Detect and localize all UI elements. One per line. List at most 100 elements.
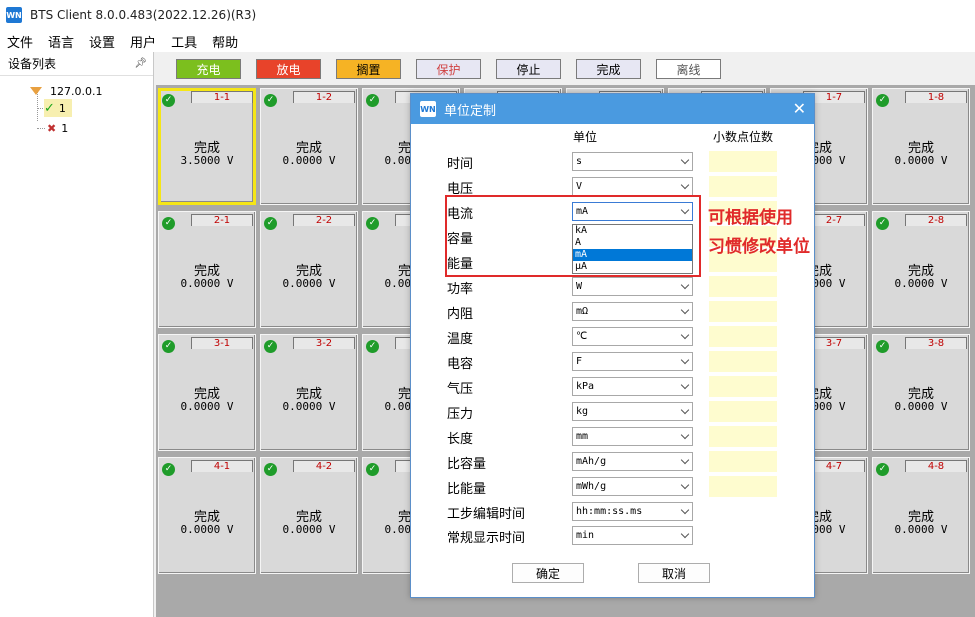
unit-select[interactable]: F (572, 352, 693, 371)
channel-voltage: 0.0000 V (894, 277, 948, 290)
decimal-places-input[interactable] (709, 276, 777, 297)
decimal-places-input[interactable] (709, 426, 777, 447)
chevron-down-icon (680, 305, 690, 315)
decimal-places-input[interactable] (709, 301, 777, 322)
unit-row-label: 常规显示时间 (447, 531, 526, 546)
dialog-title: 单位定制 (444, 103, 497, 119)
ok-button[interactable]: 确定 (512, 563, 584, 583)
unit-select[interactable]: ℃ (572, 327, 693, 346)
unit-select-value: hh:mm:ss.ms (576, 506, 643, 517)
complete-check-icon: ✓ (162, 217, 175, 230)
unit-row-label: 比能量 (447, 482, 487, 497)
menu-file[interactable]: 文件 (0, 32, 41, 51)
channel-id: 1-1 (191, 91, 253, 103)
menu-language[interactable]: 语言 (41, 32, 82, 51)
menu-user[interactable]: 用户 (123, 32, 164, 51)
unit-select[interactable]: min (572, 526, 693, 545)
status-protect[interactable]: 保护 (416, 59, 481, 79)
unit-row-label: 内阻 (447, 307, 474, 322)
expand-triangle-icon[interactable] (30, 87, 42, 95)
channel-cell[interactable]: ✓ 1-2 完成 0.0000 V (260, 88, 358, 205)
channel-id: 3-2 (293, 337, 355, 349)
channel-cell[interactable]: ✓ 3-8 完成 0.0000 V (872, 334, 970, 451)
unit-select-value: F (576, 356, 583, 367)
status-rest[interactable]: 搁置 (336, 59, 401, 79)
channel-voltage: 0.0000 V (894, 523, 948, 536)
decimal-places-input[interactable] (709, 451, 777, 472)
chevron-down-icon (680, 505, 690, 515)
channel-cell[interactable]: ✓ 2-2 完成 0.0000 V (260, 211, 358, 328)
unit-select[interactable]: V (572, 177, 693, 196)
unit-select[interactable]: mWh/g (572, 477, 693, 496)
unit-select-value: V (576, 181, 583, 192)
channel-id: 3-1 (191, 337, 253, 349)
unit-select-value: min (576, 530, 595, 541)
dialog-titlebar: WN 单位定制 ✕ (411, 94, 814, 124)
channel-cell[interactable]: ✓ 1-1 完成 3.5000 V (158, 88, 256, 205)
cancel-button[interactable]: 取消 (638, 563, 710, 583)
channel-cell[interactable]: ✓ 2-8 完成 0.0000 V (872, 211, 970, 328)
unit-select[interactable]: s (572, 152, 693, 171)
menu-help[interactable]: 帮助 (205, 32, 246, 51)
channel-cell[interactable]: ✓ 4-8 完成 0.0000 V (872, 457, 970, 574)
status-charge[interactable]: 充电 (176, 59, 241, 79)
unit-select-value: s (576, 156, 583, 167)
decimal-places-input[interactable] (709, 401, 777, 422)
complete-check-icon: ✓ (162, 340, 175, 353)
unit-row-label: 压力 (447, 407, 474, 422)
unit-select[interactable]: kg (572, 402, 693, 421)
status-stop[interactable]: 停止 (496, 59, 561, 79)
channel-id: 2-8 (905, 214, 967, 226)
unit-row-label: 气压 (447, 382, 474, 397)
channel-voltage: 0.0000 V (894, 154, 948, 167)
unit-select[interactable]: kPa (572, 377, 693, 396)
menu-settings[interactable]: 设置 (82, 32, 123, 51)
unit-select[interactable]: W (572, 277, 693, 296)
unit-select[interactable]: mΩ (572, 302, 693, 321)
complete-check-icon: ✓ (264, 463, 277, 476)
complete-check-icon: ✓ (264, 340, 277, 353)
decimal-places-input[interactable] (709, 326, 777, 347)
channel-cell[interactable]: ✓ 4-2 完成 0.0000 V (260, 457, 358, 574)
annotation-line-1: 可根据使用 (708, 208, 793, 228)
decimal-places-input[interactable] (709, 151, 777, 172)
channel-id: 4-2 (293, 460, 355, 472)
channel-cell[interactable]: ✓ 4-1 完成 0.0000 V (158, 457, 256, 574)
host-address: 127.0.0.1 (50, 84, 103, 98)
channel-cell[interactable]: ✓ 3-1 完成 0.0000 V (158, 334, 256, 451)
unit-select[interactable]: hh:mm:ss.ms (572, 502, 693, 521)
status-discharge[interactable]: 放电 (256, 59, 321, 79)
unit-select-value: mm (576, 431, 589, 442)
menu-bar: 文件 语言 设置 用户 工具 帮助 (0, 30, 975, 52)
tree-node-host[interactable]: 127.0.0.1 (30, 82, 102, 100)
window-titlebar: WN BTS Client 8.0.0.483(2022.12.26)(R3) (0, 0, 975, 30)
status-offline[interactable]: 离线 (656, 59, 721, 79)
status-complete[interactable]: 完成 (576, 59, 641, 79)
device-panel-title: 设备列表 (8, 57, 57, 71)
channel-cell[interactable]: ✓ 2-1 完成 0.0000 V (158, 211, 256, 328)
tree-node-device-2[interactable]: ✖ 1 (47, 119, 68, 137)
unit-select-value: mAh/g (576, 456, 607, 467)
unit-custom-dialog: WN 单位定制 ✕ 单位 小数点位数 时间s电压V电流mA容量mAh能量mWh功… (410, 93, 815, 598)
decimal-places-input[interactable] (709, 476, 777, 497)
unit-select[interactable]: mAh/g (572, 452, 693, 471)
channel-cell[interactable]: ✓ 1-8 完成 0.0000 V (872, 88, 970, 205)
complete-check-icon: ✓ (366, 94, 379, 107)
decimal-places-input[interactable] (709, 176, 777, 197)
tree-node-device-1[interactable]: ✓ 1 (44, 99, 72, 117)
menu-tools[interactable]: 工具 (164, 32, 205, 51)
decimal-places-input[interactable] (709, 351, 777, 372)
unit-row-label: 工步编辑时间 (447, 507, 526, 522)
pin-icon[interactable]: 📌︎ (134, 58, 147, 69)
close-icon[interactable]: ✕ (793, 99, 806, 118)
dialog-app-icon: WN (420, 101, 436, 117)
device-label: 1 (61, 121, 69, 135)
decimal-places-input[interactable] (709, 376, 777, 397)
unit-row-label: 温度 (447, 332, 474, 347)
channel-cell[interactable]: ✓ 3-2 完成 0.0000 V (260, 334, 358, 451)
unit-select[interactable]: mm (572, 427, 693, 446)
unit-select-value: ℃ (576, 331, 588, 342)
channel-voltage: 0.0000 V (282, 523, 336, 536)
complete-check-icon: ✓ (162, 463, 175, 476)
app-icon: WN (6, 7, 22, 23)
